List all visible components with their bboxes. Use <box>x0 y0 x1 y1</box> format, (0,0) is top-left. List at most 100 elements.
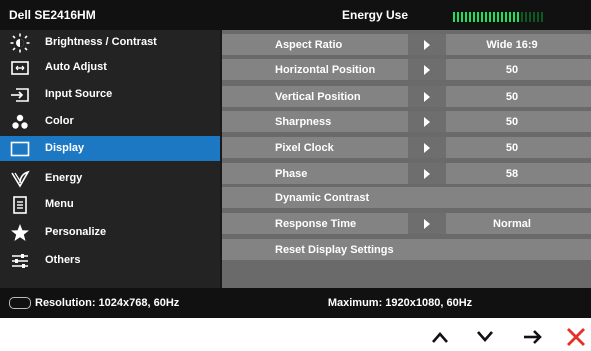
sidebar: Brightness / Contrast Auto Adjust Input … <box>0 30 220 288</box>
osd-header: Dell SE2416HM Energy Use <box>0 0 591 30</box>
monitor-model: Dell SE2416HM <box>9 8 96 22</box>
row-horizontal-position[interactable]: Horizontal Position 50 <box>222 59 591 80</box>
energy-meter-segment <box>541 12 543 22</box>
sliders-icon <box>10 251 30 271</box>
energy-meter-segment <box>473 12 475 22</box>
maximum-resolution-text: Maximum: 1920x1080, 60Hz <box>327 297 473 309</box>
arrow-right-icon[interactable] <box>408 213 446 234</box>
arrow-right-icon[interactable] <box>408 163 446 184</box>
sidebar-item-others[interactable]: Others <box>0 248 220 273</box>
energy-meter-segment <box>529 12 531 22</box>
row-value: 50 <box>505 64 519 76</box>
arrow-right-icon[interactable] <box>408 111 446 132</box>
energy-meter-segment <box>497 12 499 22</box>
auto-adjust-icon <box>10 58 30 78</box>
energy-meter-segment <box>457 12 459 22</box>
energy-meter-segment <box>465 12 467 22</box>
row-vertical-position[interactable]: Vertical Position 50 <box>222 86 591 107</box>
energy-icon <box>10 169 30 189</box>
arrow-right-icon[interactable] <box>408 137 446 158</box>
display-settings-panel: Aspect Ratio Wide 16:9 Horizontal Positi… <box>222 30 591 288</box>
arrow-right-icon[interactable] <box>408 86 446 107</box>
sidebar-item-input-source[interactable]: Input Source <box>0 82 220 107</box>
close-icon <box>567 327 585 346</box>
osd-menu: Dell SE2416HM Energy Use Brightness / Co… <box>0 0 591 318</box>
row-label: Response Time <box>275 218 357 230</box>
chevron-up-icon <box>432 331 448 343</box>
arrow-right-icon[interactable] <box>408 59 446 80</box>
sidebar-item-display[interactable]: Display <box>0 136 220 161</box>
display-icon <box>10 139 30 159</box>
sidebar-item-label: Energy <box>45 172 83 184</box>
row-value: 58 <box>505 168 519 180</box>
energy-meter-segment <box>525 12 527 22</box>
row-value: 50 <box>505 91 519 103</box>
sidebar-item-menu[interactable]: Menu <box>0 192 220 217</box>
energy-meter-segment <box>469 12 471 22</box>
row-pixel-clock[interactable]: Pixel Clock 50 <box>222 137 591 158</box>
energy-meter-segment <box>505 12 507 22</box>
arrow-right-icon <box>524 329 542 344</box>
menu-icon <box>10 195 30 215</box>
brightness-icon <box>10 33 30 53</box>
up-button[interactable] <box>425 322 455 351</box>
energy-meter-segment <box>489 12 491 22</box>
row-label: Vertical Position <box>275 91 361 103</box>
input-source-icon <box>10 85 30 105</box>
energy-meter-segment <box>509 12 511 22</box>
sidebar-item-energy[interactable]: Energy <box>0 166 220 191</box>
resolution-text: Resolution: 1024x768, 60Hz <box>35 297 180 309</box>
osd-footer: Resolution: 1024x768, 60Hz Maximum: 1920… <box>0 288 591 318</box>
energy-meter-segment <box>461 12 463 22</box>
row-sharpness[interactable]: Sharpness 50 <box>222 111 591 132</box>
row-value: 50 <box>505 142 519 154</box>
energy-meter-segment <box>453 12 455 22</box>
sidebar-item-label: Menu <box>45 198 74 210</box>
row-label: Horizontal Position <box>275 64 376 76</box>
chevron-down-icon <box>477 330 493 342</box>
row-dynamic-contrast[interactable]: Dynamic Contrast <box>222 187 591 208</box>
enter-button[interactable] <box>518 322 548 351</box>
sidebar-item-label: Input Source <box>45 88 113 100</box>
row-phase[interactable]: Phase 58 <box>222 163 591 184</box>
row-response-time[interactable]: Response Time Normal <box>222 213 591 234</box>
row-aspect-ratio[interactable]: Aspect Ratio Wide 16:9 <box>222 34 591 55</box>
energy-meter <box>453 12 543 22</box>
sidebar-item-label: Brightness / Contrast <box>45 36 157 48</box>
sidebar-item-label: Auto Adjust <box>45 61 107 73</box>
energy-meter-segment <box>493 12 495 22</box>
sidebar-item-label: Others <box>45 254 81 266</box>
row-label: Aspect Ratio <box>275 39 343 51</box>
row-value: Wide 16:9 <box>486 39 538 51</box>
section-title: Energy Use <box>341 8 409 22</box>
down-button[interactable] <box>470 322 500 351</box>
sidebar-item-label: Color <box>45 115 74 127</box>
energy-meter-segment <box>537 12 539 22</box>
navigation-buttons <box>420 322 591 351</box>
signal-icon <box>9 297 31 309</box>
energy-meter-segment <box>521 12 523 22</box>
sidebar-item-label: Personalize <box>45 226 107 238</box>
sidebar-item-personalize[interactable]: Personalize <box>0 220 220 245</box>
row-label: Sharpness <box>275 116 332 128</box>
star-icon <box>10 223 30 243</box>
energy-meter-segment <box>533 12 535 22</box>
color-icon <box>10 112 30 132</box>
row-label: Phase <box>275 168 308 180</box>
row-value: 50 <box>505 116 519 128</box>
row-reset-display-settings[interactable]: Reset Display Settings <box>222 239 591 260</box>
exit-button[interactable] <box>561 322 591 351</box>
sidebar-item-label: Display <box>45 142 85 154</box>
sidebar-item-brightness-contrast[interactable]: Brightness / Contrast <box>0 30 220 55</box>
energy-meter-segment <box>501 12 503 22</box>
energy-meter-segment <box>513 12 515 22</box>
energy-meter-segment <box>485 12 487 22</box>
energy-meter-segment <box>481 12 483 22</box>
energy-meter-segment <box>477 12 479 22</box>
sidebar-item-color[interactable]: Color <box>0 109 220 134</box>
sidebar-item-auto-adjust[interactable]: Auto Adjust <box>0 55 220 80</box>
row-label: Dynamic Contrast <box>275 192 370 204</box>
energy-meter-segment <box>517 12 519 22</box>
row-label: Pixel Clock <box>275 142 334 154</box>
arrow-right-icon[interactable] <box>408 34 446 55</box>
